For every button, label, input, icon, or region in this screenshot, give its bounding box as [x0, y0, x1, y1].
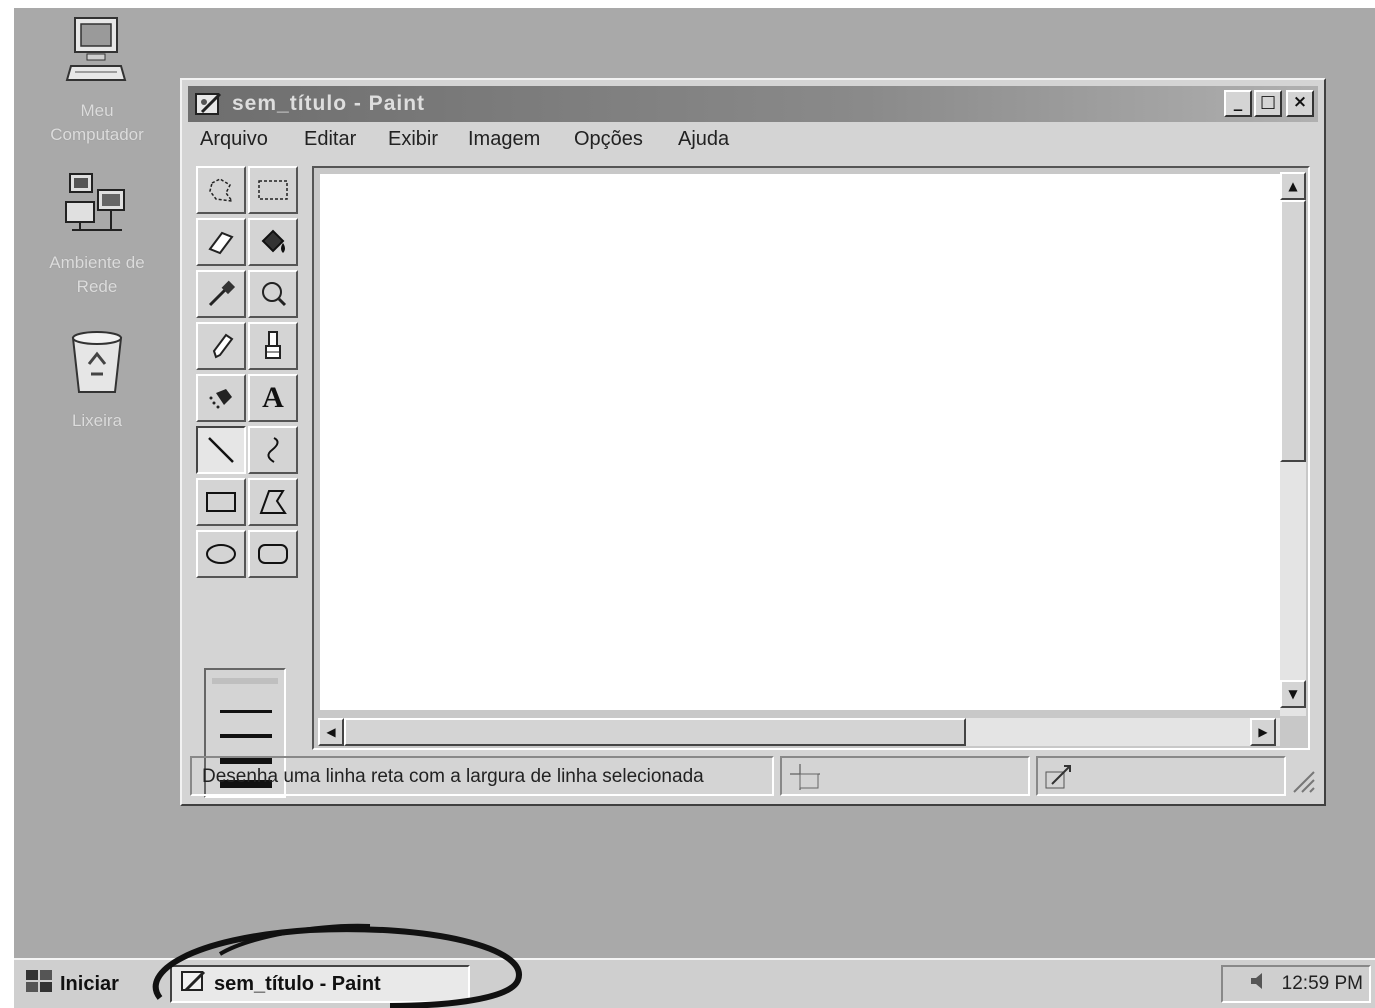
desktop-icon-label: Rede: [76, 277, 118, 296]
text-tool[interactable]: A: [248, 374, 298, 422]
magnifier-icon: [262, 282, 287, 307]
cursor-position-cell: [780, 756, 1030, 796]
eraser-tool[interactable]: [196, 218, 246, 266]
arrow-right-icon: ▶: [1258, 725, 1268, 739]
free-form-select-tool[interactable]: [196, 166, 246, 214]
ellipse-tool[interactable]: [196, 530, 246, 578]
paint-window: sem_título - Paint _ □ × Arquivo Editar …: [180, 78, 1326, 806]
color-picker-icon: [208, 280, 236, 307]
rectangle-tool[interactable]: [196, 478, 246, 526]
arrow-down-icon: ▼: [1288, 687, 1298, 701]
scroll-left-button[interactable]: ◀: [318, 718, 344, 746]
line-width-option-3[interactable]: [220, 734, 272, 738]
drawing-canvas[interactable]: [320, 174, 1282, 710]
line-width-option-2[interactable]: [220, 710, 272, 713]
maximize-button[interactable]: □: [1254, 90, 1282, 117]
arrow-left-icon: ◀: [326, 725, 336, 739]
desktop-icon-label: Lixeira: [71, 411, 123, 430]
menu-arquivo[interactable]: Arquivo: [200, 128, 268, 151]
speaker-icon[interactable]: [1248, 970, 1270, 998]
close-button[interactable]: ×: [1286, 90, 1314, 117]
line-width-option-1[interactable]: [212, 678, 278, 684]
selection-size-icon: [1042, 762, 1076, 797]
desktop-icon-recycle-bin[interactable]: Lixeira: [22, 328, 172, 433]
taskbar-paint-button[interactable]: sem_título - Paint: [170, 965, 470, 1003]
free-form-select-icon: [209, 178, 234, 202]
magnifier-tool[interactable]: [248, 270, 298, 318]
eraser-icon: [208, 231, 234, 255]
pencil-tool[interactable]: [196, 322, 246, 370]
resize-grip-icon[interactable]: [1288, 766, 1316, 799]
vertical-scrollbar[interactable]: ▲ ▼: [1280, 172, 1306, 716]
scroll-right-button[interactable]: ▶: [1250, 718, 1276, 746]
menu-ajuda[interactable]: Ajuda: [678, 128, 729, 151]
system-tray: 12:59 PM: [1221, 965, 1371, 1003]
scroll-up-button[interactable]: ▲: [1280, 172, 1306, 200]
brush-icon: [265, 331, 281, 359]
desktop-icon-my-computer[interactable]: Meu Computador: [22, 14, 172, 147]
minimize-button[interactable]: _: [1224, 90, 1252, 117]
menu-editar[interactable]: Editar: [304, 128, 356, 151]
brush-tool[interactable]: [248, 322, 298, 370]
airbrush-tool[interactable]: [196, 374, 246, 422]
recycle-bin-icon: [22, 328, 172, 403]
windows-logo-icon: [24, 968, 54, 1000]
taskbar-paint-label: sem_título - Paint: [214, 972, 381, 995]
arrow-up-icon: ▲: [1288, 179, 1298, 193]
menu-opcoes[interactable]: Opções: [574, 128, 643, 151]
title-bar[interactable]: sem_título - Paint _ □ ×: [188, 86, 1318, 122]
minimize-icon: _: [1233, 92, 1243, 112]
color-picker-tool[interactable]: [196, 270, 246, 318]
canvas-area: ▲ ▼ ◀ ▶: [312, 166, 1310, 750]
menu-exibir[interactable]: Exibir: [388, 128, 438, 151]
selection-size-cell: [1036, 756, 1286, 796]
maximize-icon: □: [1259, 92, 1277, 112]
line-tool[interactable]: [196, 426, 246, 474]
rectangle-select-icon: [258, 180, 288, 200]
fill-bucket-tool[interactable]: [248, 218, 298, 266]
paint-app-icon: [194, 90, 224, 123]
paint-app-icon: [180, 968, 208, 1000]
status-bar: Desenha uma linha reta com a largura de …: [190, 756, 1316, 796]
vertical-scroll-thumb[interactable]: [1280, 200, 1306, 462]
my-computer-icon: [22, 14, 172, 93]
horizontal-scrollbar[interactable]: ◀ ▶: [318, 718, 1280, 746]
line-icon: [208, 437, 234, 463]
rounded-rectangle-icon: [258, 544, 288, 564]
ellipse-icon: [206, 544, 236, 564]
rounded-rectangle-tool[interactable]: [248, 530, 298, 578]
fill-bucket-icon: [261, 229, 285, 253]
window-title: sem_título - Paint: [232, 92, 426, 115]
desktop-icon-label: Ambiente de: [49, 253, 145, 272]
polygon-tool[interactable]: [248, 478, 298, 526]
airbrush-icon: [209, 389, 232, 409]
desktop-icon-label: Meu: [80, 101, 114, 120]
polygon-icon: [259, 490, 287, 514]
status-message-cell: Desenha uma linha reta com a largura de …: [190, 756, 774, 796]
horizontal-scroll-thumb[interactable]: [344, 718, 966, 746]
text-icon: A: [262, 381, 284, 414]
curve-icon: [267, 437, 279, 463]
rectangle-icon: [206, 492, 236, 512]
curve-tool[interactable]: [248, 426, 298, 474]
desktop-icon-label: Computador: [50, 125, 144, 144]
status-message: Desenha uma linha reta com a largura de …: [202, 766, 704, 787]
close-icon: ×: [1292, 92, 1308, 112]
start-label: Iniciar: [60, 972, 119, 995]
desktop-icon-network[interactable]: Ambiente de Rede: [22, 168, 172, 299]
scroll-down-button[interactable]: ▼: [1280, 680, 1306, 708]
start-button[interactable]: Iniciar: [24, 966, 142, 1002]
cursor-position-icon: [788, 762, 822, 797]
network-icon: [22, 168, 172, 245]
taskbar: Iniciar sem_título - Paint 12:59 PM: [14, 958, 1375, 1008]
toolbox: A: [194, 166, 302, 802]
clock[interactable]: 12:59 PM: [1282, 973, 1363, 995]
pencil-icon: [212, 333, 234, 359]
rectangle-select-tool[interactable]: [248, 166, 298, 214]
menu-imagem[interactable]: Imagem: [468, 128, 540, 151]
